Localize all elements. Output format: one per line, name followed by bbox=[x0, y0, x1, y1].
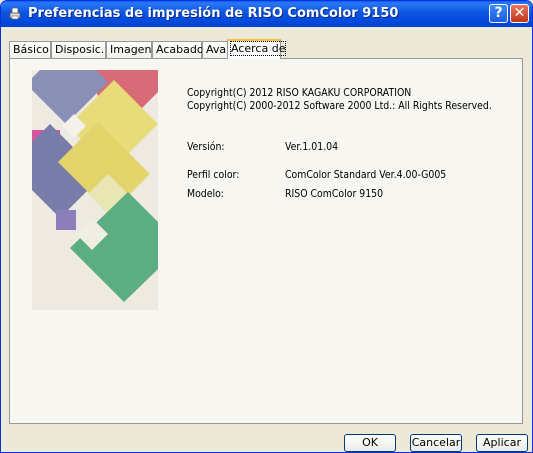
tab-imagen[interactable]: Imagen bbox=[106, 41, 152, 58]
copyright-line-2: Copyright(C) 2000-2012 Software 2000 Ltd… bbox=[187, 99, 492, 112]
riso-decorative-artwork bbox=[32, 70, 158, 310]
tab-acerca-de-label: Acerca de bbox=[229, 41, 287, 56]
ok-button[interactable]: OK bbox=[344, 434, 396, 452]
color-profile-value: ComColor Standard Ver.4.00-G005 bbox=[285, 168, 447, 181]
tab-disposicion[interactable]: Disposic. bbox=[51, 41, 106, 58]
help-button[interactable]: ? bbox=[489, 4, 508, 23]
color-profile-label: Perfil color: bbox=[187, 168, 240, 181]
version-value: Ver.1.01.04 bbox=[285, 140, 339, 153]
close-button[interactable]: ✕ bbox=[510, 4, 529, 23]
printing-preferences-window: Preferencias de impresión de RISO ComCol… bbox=[0, 0, 533, 453]
tab-acabado[interactable]: Acabado bbox=[152, 41, 204, 58]
model-label: Modelo: bbox=[187, 187, 224, 200]
cancel-button[interactable]: Cancelar bbox=[410, 434, 462, 452]
about-panel: Copyright(C) 2012 RISO KAGAKU CORPORATIO… bbox=[9, 58, 523, 424]
tab-acerca-de[interactable]: Acerca de bbox=[227, 39, 287, 59]
title-bar[interactable]: Preferencias de impresión de RISO ComCol… bbox=[1, 1, 532, 27]
tab-basico[interactable]: Básico bbox=[9, 41, 51, 58]
version-label: Versión: bbox=[187, 140, 225, 153]
window-title: Preferencias de impresión de RISO ComCol… bbox=[28, 6, 399, 21]
apply-button[interactable]: Aplicar bbox=[476, 434, 528, 452]
printer-icon bbox=[9, 7, 21, 20]
model-value: RISO ComColor 9150 bbox=[285, 187, 384, 200]
copyright-line-1: Copyright(C) 2012 RISO KAGAKU CORPORATIO… bbox=[187, 86, 412, 99]
